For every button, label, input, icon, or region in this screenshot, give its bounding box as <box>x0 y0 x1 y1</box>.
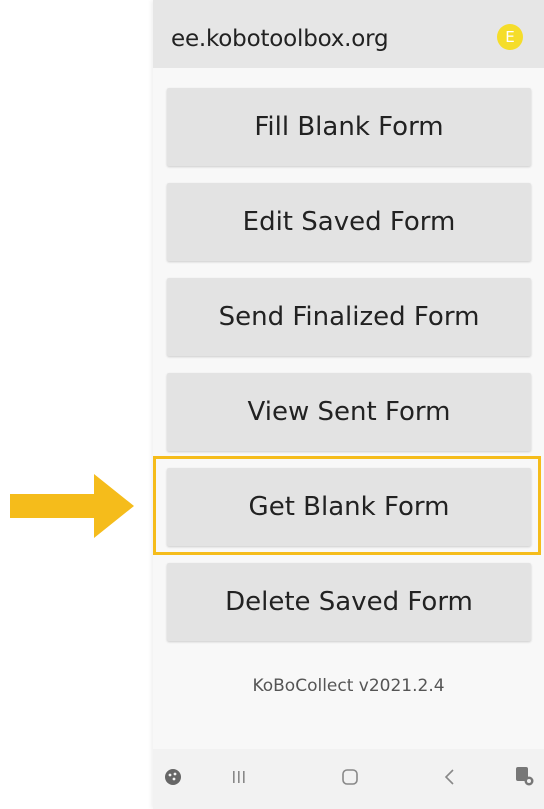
recent-apps-icon[interactable] <box>231 769 247 789</box>
system-nav-bar <box>153 749 544 809</box>
back-icon[interactable] <box>443 768 457 790</box>
app-version: KoBoCollect v2021.2.4 <box>252 676 445 696</box>
send-finalized-form-button[interactable]: Send Finalized Form <box>167 278 531 356</box>
highlight-box <box>153 456 541 555</box>
delete-saved-form-button[interactable]: Delete Saved Form <box>167 563 531 641</box>
phone-screen: ee.kobotoolbox.org E Fill Blank Form Edi… <box>153 0 544 809</box>
accessibility-icon[interactable] <box>513 765 535 791</box>
top-bar: ee.kobotoolbox.org E <box>153 0 544 68</box>
annotation-arrow-icon <box>10 474 134 542</box>
home-icon[interactable] <box>341 768 359 790</box>
dots-icon[interactable] <box>163 767 183 791</box>
edit-saved-form-button[interactable]: Edit Saved Form <box>167 183 531 261</box>
server-url: ee.kobotoolbox.org <box>171 26 389 52</box>
user-avatar[interactable]: E <box>497 24 523 50</box>
fill-blank-form-button[interactable]: Fill Blank Form <box>167 88 531 166</box>
view-sent-form-button[interactable]: View Sent Form <box>167 373 531 451</box>
